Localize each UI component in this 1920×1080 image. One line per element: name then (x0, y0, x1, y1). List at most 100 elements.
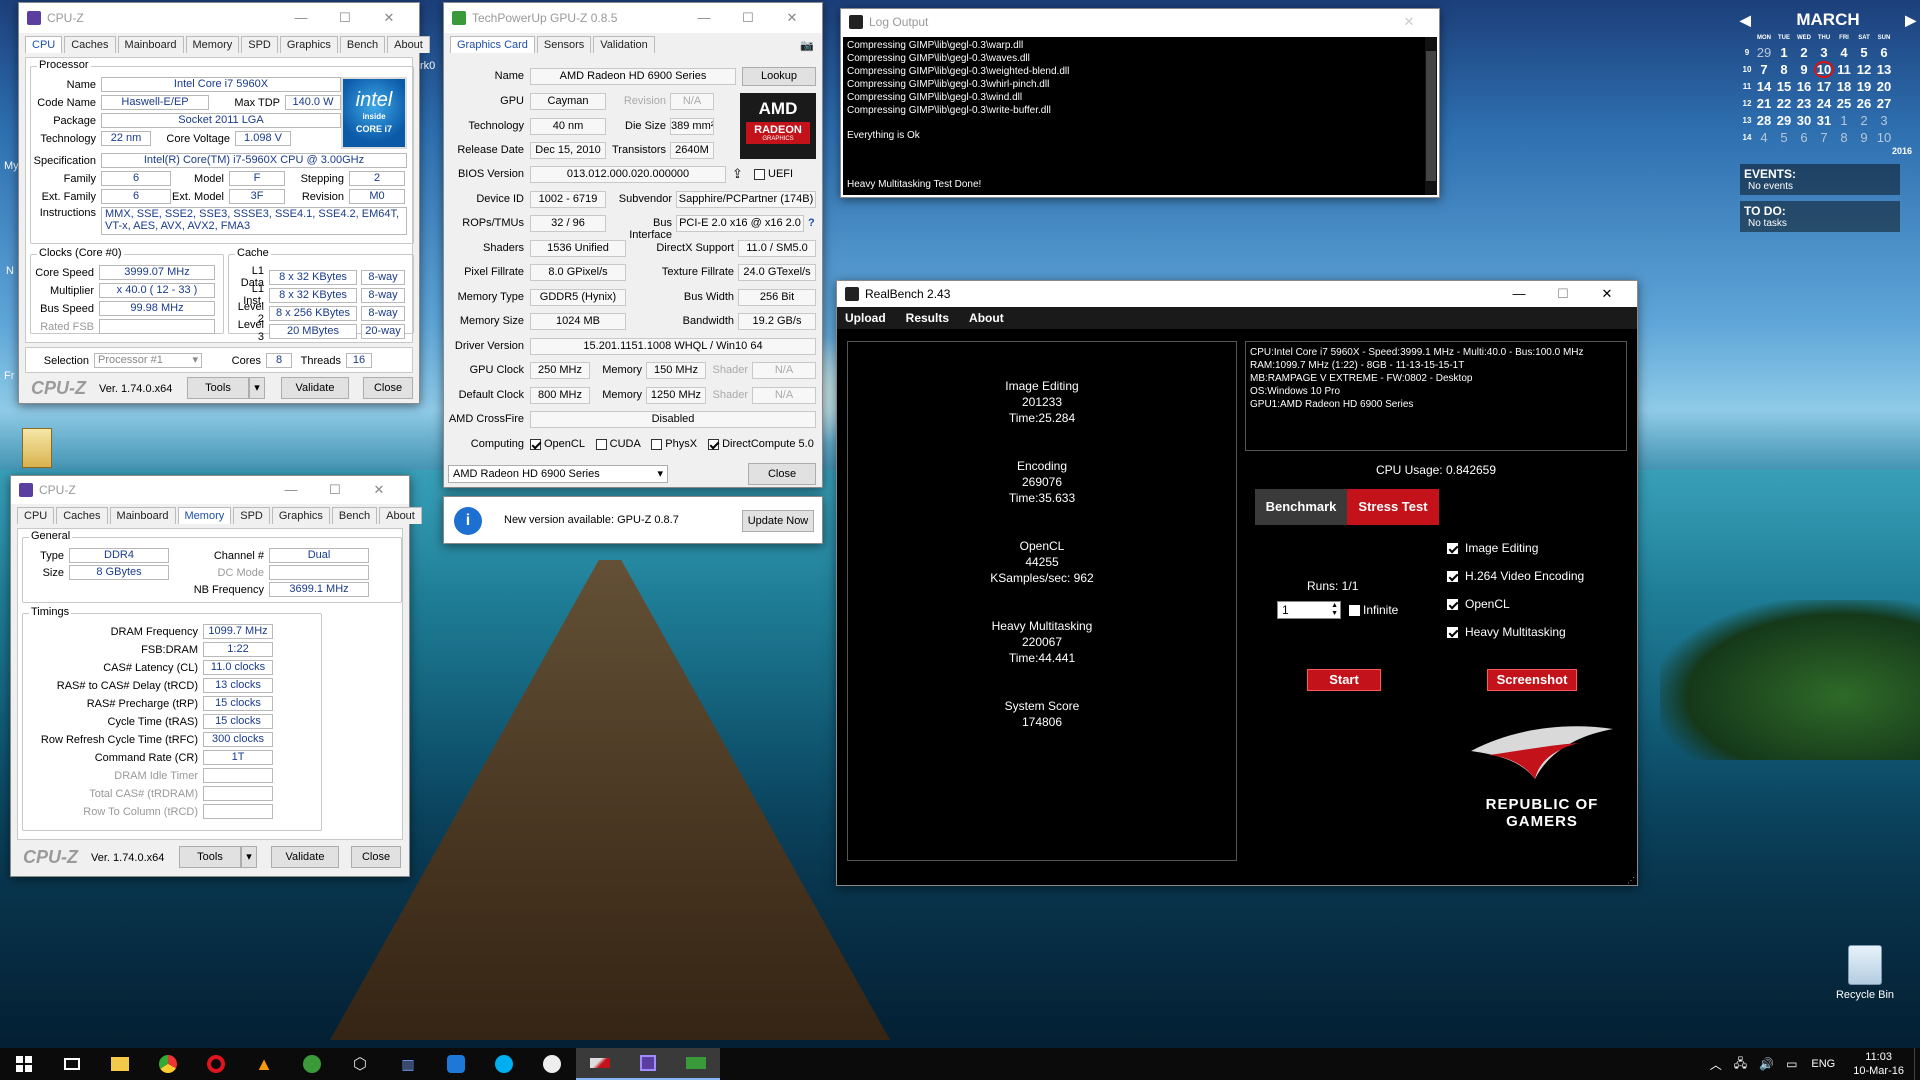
taskbar-gpuz[interactable] (672, 1048, 720, 1080)
calendar-day[interactable]: 2 (1854, 112, 1874, 129)
calendar-day[interactable]: 4 (1834, 44, 1854, 61)
calendar-day[interactable]: 28 (1754, 112, 1774, 129)
calendar-day[interactable]: 20 (1874, 78, 1894, 95)
opencl-checkbox[interactable]: OpenCL (530, 438, 585, 450)
calendar-day[interactable]: 12 (1854, 61, 1874, 78)
language-indicator[interactable]: ENG (1811, 1058, 1835, 1070)
close-button[interactable]: Close (363, 377, 413, 399)
calendar-day[interactable]: 6 (1874, 44, 1894, 61)
calendar-today[interactable]: 10 (1814, 61, 1834, 78)
close-window-button[interactable]: ✕ (367, 3, 411, 33)
menu-results[interactable]: Results (906, 311, 949, 325)
benchmark-tab[interactable]: Benchmark (1255, 489, 1347, 525)
tools-dropdown-button[interactable]: ▾ (241, 846, 257, 868)
tab-cpu[interactable]: CPU (25, 36, 63, 53)
taskbar-app-cube[interactable]: ⬡ (336, 1048, 384, 1080)
start-button[interactable]: Start (1307, 669, 1381, 691)
cpuz-cpu-titlebar[interactable]: CPU-Z — ☐ ✕ (19, 3, 419, 33)
check-heavy-multitasking[interactable]: Heavy Multitasking (1447, 625, 1566, 639)
tab-bench[interactable]: Bench (339, 36, 386, 53)
task-view-button[interactable] (48, 1048, 96, 1080)
stepper-arrows-icon[interactable]: ▲ ▼ (1331, 602, 1338, 618)
calendar-day[interactable]: 8 (1834, 129, 1854, 146)
calendar-day[interactable]: 19 (1854, 78, 1874, 95)
notification-icon[interactable]: ▭ (1786, 1057, 1797, 1071)
calendar-day[interactable]: 30 (1794, 112, 1814, 129)
close-window-button[interactable]: ✕ (1387, 7, 1431, 37)
tools-button[interactable]: Tools (187, 377, 249, 399)
camera-icon[interactable]: 📷 (800, 39, 814, 52)
minimize-button[interactable]: — (279, 3, 323, 33)
cpuz-mem-titlebar[interactable]: CPU-Z — ☐ ✕ (11, 476, 409, 504)
infinite-checkbox[interactable]: Infinite (1349, 603, 1398, 617)
clock[interactable]: 11:03 10-Mar-16 (1853, 1050, 1904, 1078)
realbench-titlebar[interactable]: RealBench 2.43 — ☐ ✕ (837, 281, 1637, 307)
calendar-day[interactable]: 29 (1754, 44, 1774, 61)
calendar-day[interactable]: 14 (1754, 78, 1774, 95)
close-button[interactable]: Close (351, 846, 401, 868)
calendar-day[interactable]: 10 (1874, 129, 1894, 146)
taskbar-app-chart[interactable]: ▥ (384, 1048, 432, 1080)
gpu-select[interactable]: AMD Radeon HD 6900 Series ▾ (448, 465, 668, 483)
start-button[interactable] (0, 1048, 48, 1080)
close-window-button[interactable]: ✕ (1585, 279, 1629, 309)
calendar-day[interactable]: 3 (1874, 112, 1894, 129)
calendar-day[interactable]: 26 (1854, 95, 1874, 112)
tab-memory[interactable]: Memory (185, 36, 240, 53)
tab-graphics-card[interactable]: Graphics Card (450, 36, 535, 53)
runs-stepper[interactable]: 1 ▲ ▼ (1277, 601, 1341, 619)
tab-about[interactable]: About (379, 507, 422, 524)
screenshot-button[interactable]: Screenshot (1487, 669, 1577, 691)
calendar-day[interactable]: 18 (1834, 78, 1854, 95)
menu-upload[interactable]: Upload (845, 311, 886, 325)
log-scroll-thumb[interactable] (1426, 51, 1436, 181)
desktop-label-n[interactable]: N (6, 265, 14, 277)
taskbar-teamviewer[interactable] (432, 1048, 480, 1080)
show-desktop-button[interactable] (1914, 1048, 1920, 1080)
calendar-day[interactable]: 24 (1814, 95, 1834, 112)
tab-cpu[interactable]: CPU (17, 507, 55, 524)
calendar-day[interactable]: 9 (1854, 129, 1874, 146)
log-titlebar[interactable]: Log Output ✕ (841, 9, 1439, 35)
check-opencl[interactable]: OpenCL (1447, 597, 1510, 611)
calendar-day[interactable]: 21 (1754, 95, 1774, 112)
close-button[interactable]: Close (748, 463, 816, 485)
calendar-day[interactable]: 29 (1774, 112, 1794, 129)
validate-button[interactable]: Validate (281, 377, 349, 399)
tab-caches[interactable]: Caches (56, 507, 108, 524)
calendar-day[interactable]: 11 (1834, 61, 1854, 78)
maximize-button[interactable]: ☐ (1541, 279, 1585, 309)
tab-memory[interactable]: Memory (177, 507, 232, 524)
calendar-day[interactable]: 7 (1754, 61, 1774, 78)
close-window-button[interactable]: ✕ (770, 3, 814, 33)
taskbar-skype[interactable] (480, 1048, 528, 1080)
uefi-checkbox[interactable]: UEFI (754, 168, 793, 180)
tools-dropdown-button[interactable]: ▾ (249, 377, 265, 399)
calendar-day[interactable]: 1 (1834, 112, 1854, 129)
directcompute-checkbox[interactable]: DirectCompute 5.0 (708, 438, 814, 450)
minimize-button[interactable]: — (269, 475, 313, 505)
recycle-bin[interactable]: Recycle Bin (1830, 945, 1900, 1001)
volume-icon[interactable]: 🔊 (1759, 1057, 1774, 1071)
calendar-day[interactable]: 9 (1794, 61, 1814, 78)
update-now-button[interactable]: Update Now (742, 510, 814, 532)
tab-bench[interactable]: Bench (331, 507, 378, 524)
desktop-label-fr[interactable]: Fr (4, 370, 14, 382)
help-icon[interactable]: ? (808, 217, 815, 229)
taskbar-utorrent[interactable] (288, 1048, 336, 1080)
calendar-day[interactable]: 1 (1774, 44, 1794, 61)
calendar-day[interactable]: 5 (1774, 129, 1794, 146)
menu-about[interactable]: About (969, 311, 1004, 325)
gpuz-titlebar[interactable]: TechPowerUp GPU-Z 0.8.5 — ☐ ✕ (444, 3, 822, 33)
maximize-button[interactable]: ☐ (313, 475, 357, 505)
folder-icon[interactable] (22, 428, 52, 468)
check-image-editing[interactable]: Image Editing (1447, 541, 1538, 555)
calendar-day[interactable]: 25 (1834, 95, 1854, 112)
share-icon[interactable]: ⇪ (732, 166, 743, 182)
next-month-icon[interactable]: ▶ (1905, 12, 1916, 29)
tab-about[interactable]: About (387, 36, 430, 53)
calendar-day[interactable]: 5 (1854, 44, 1874, 61)
check-h-264-video-encoding[interactable]: H.264 Video Encoding (1447, 569, 1584, 583)
minimize-button[interactable]: — (682, 3, 726, 33)
tab-spd[interactable]: SPD (233, 507, 270, 524)
